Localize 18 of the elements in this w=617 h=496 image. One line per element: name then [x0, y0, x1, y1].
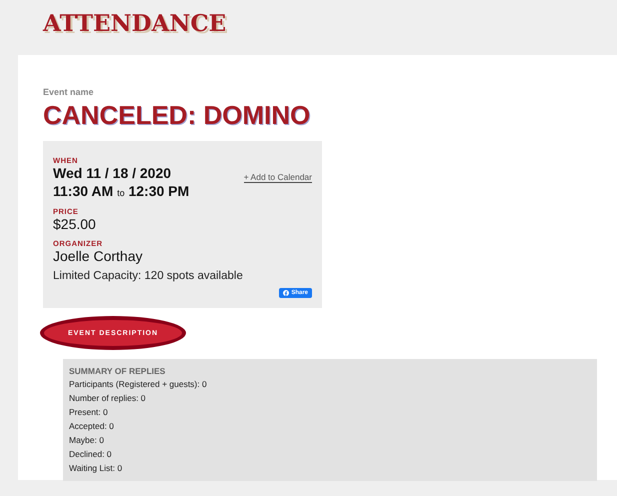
field-label: Event name	[43, 87, 94, 97]
summary-line: Present: 0	[69, 407, 109, 418]
add-to-calendar-link[interactable]: + Add to Calendar	[244, 173, 312, 184]
price: $25.00	[53, 216, 96, 232]
summary-title: SUMMARY OF REPLIES	[69, 366, 166, 376]
summary-line: Number of replies: 0	[69, 393, 147, 404]
summary-line: Accepted: 0	[69, 420, 115, 432]
event-date: Wed 11 / 18 / 2020	[53, 166, 172, 181]
event-name: CANCELED: DOMINO	[43, 100, 310, 131]
summary-line: Waiting List: 0	[69, 462, 124, 474]
summary-line: Declined: 0	[69, 448, 113, 460]
event-time: 11:30 AM to 12:30 PM	[53, 184, 190, 201]
facebook-logo-icon	[283, 290, 290, 296]
capacity-text: Limited Capacity: 120 spots available	[53, 270, 243, 283]
summary-line: Participants (Registered + guests): 0	[69, 379, 208, 390]
summary-line: Maybe: 0	[69, 434, 105, 446]
organizer-name: Joelle Corthay	[53, 249, 142, 264]
page-title: ATTENDANCE	[42, 9, 228, 39]
